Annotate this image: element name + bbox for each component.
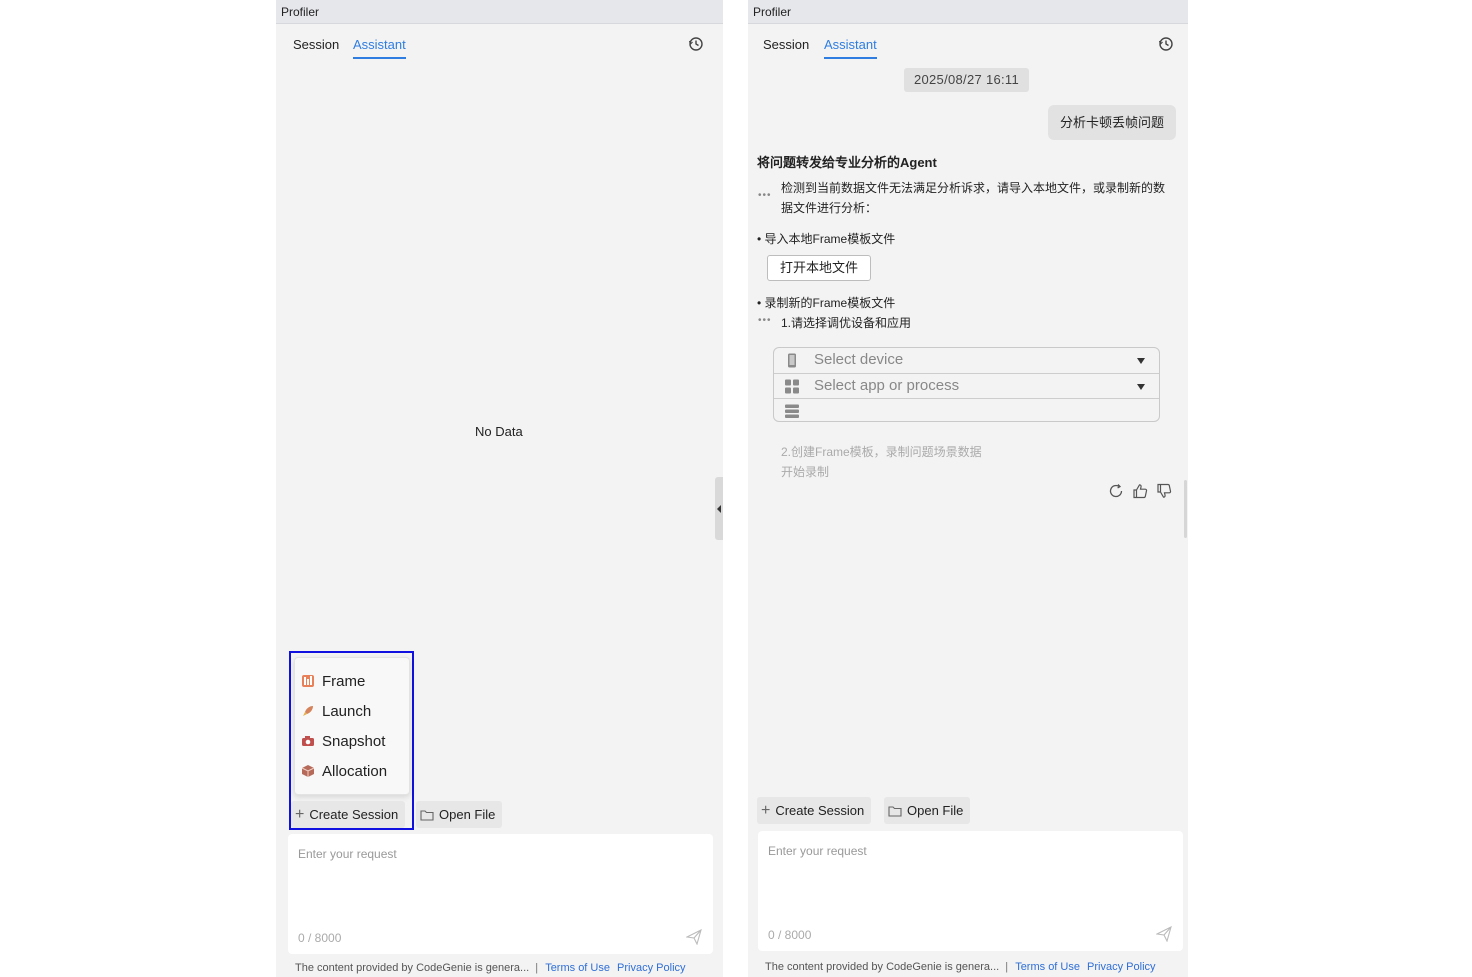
ellipsis-icon: •••: [758, 190, 772, 201]
select-device-dropdown[interactable]: Select device: [774, 348, 1159, 373]
start-recording-link[interactable]: 开始录制: [781, 462, 982, 482]
thumbs-down-icon[interactable]: [1156, 483, 1172, 499]
tab-session[interactable]: Session: [763, 37, 809, 57]
terms-link[interactable]: Terms of Use: [545, 962, 610, 974]
history-icon[interactable]: [1158, 36, 1174, 52]
chevron-down-icon: [1137, 358, 1145, 364]
open-file-label: Open File: [907, 803, 964, 818]
tab-bar: Session Assistant: [748, 24, 1188, 62]
step-2-text: 2.创建Frame模板，录制问题场景数据 开始录制: [781, 442, 982, 482]
device-app-selector: Select device Select app or process: [773, 347, 1160, 422]
menu-item-allocation[interactable]: Allocation: [301, 760, 387, 782]
collapse-handle[interactable]: [715, 477, 723, 540]
profiler-panel-right: Profiler Session Assistant 2025/08/27 16…: [748, 0, 1188, 977]
footer-disclaimer: The content provided by CodeGenie is gen…: [295, 962, 530, 974]
plus-icon: +: [295, 805, 305, 823]
create-session-menu: Frame Launch Snapshot Allocation: [294, 657, 410, 795]
char-counter: 0 / 8000: [768, 928, 812, 942]
scrollbar[interactable]: [1184, 480, 1187, 538]
select-app-placeholder: Select app or process: [814, 377, 960, 394]
input-placeholder: Enter your request: [768, 844, 867, 858]
phone-icon: [788, 353, 796, 368]
menu-item-label: Allocation: [322, 762, 388, 780]
menu-item-label: Snapshot: [322, 732, 386, 750]
step-1-text: 1.请选择调优设备和应用: [781, 316, 912, 330]
open-file-label: Open File: [439, 807, 496, 822]
thumbs-up-icon[interactable]: [1132, 483, 1148, 499]
menu-item-snapshot[interactable]: Snapshot: [301, 730, 385, 752]
create-session-button[interactable]: + Create Session: [757, 797, 872, 824]
open-file-button[interactable]: Open File: [416, 801, 503, 828]
terms-link[interactable]: Terms of Use: [1015, 961, 1080, 973]
import-option-text: • 导入本地Frame模板文件: [757, 232, 896, 246]
select-device-placeholder: Select device: [814, 351, 904, 368]
refresh-icon[interactable]: [1108, 483, 1124, 499]
template-input[interactable]: [814, 401, 1154, 421]
privacy-link[interactable]: Privacy Policy: [617, 962, 685, 974]
menu-item-label: Launch: [322, 702, 372, 720]
create-session-button[interactable]: + Create Session: [291, 801, 406, 828]
plus-icon: +: [761, 801, 771, 819]
message-timestamp: 2025/08/27 16:11: [904, 68, 1029, 92]
box-icon: [301, 765, 315, 777]
request-input[interactable]: Enter your request 0 / 8000: [288, 834, 713, 954]
char-counter: 0 / 8000: [298, 931, 342, 945]
footer: The content provided by CodeGenie is gen…: [295, 962, 686, 974]
step-2-description: 2.创建Frame模板，录制问题场景数据: [781, 445, 982, 459]
open-local-file-button[interactable]: 打开本地文件: [767, 255, 871, 281]
footer-disclaimer: The content provided by CodeGenie is gen…: [765, 961, 1000, 973]
send-icon[interactable]: [1156, 926, 1172, 942]
privacy-link[interactable]: Privacy Policy: [1087, 961, 1155, 973]
ellipsis-icon: •••: [758, 315, 772, 326]
record-option-text: • 录制新的Frame模板文件: [757, 296, 896, 310]
history-icon[interactable]: [688, 36, 704, 52]
empty-state-text: No Data: [475, 424, 523, 439]
tab-bar: Session Assistant: [276, 24, 723, 62]
profiler-panel-left: Profiler Session Assistant No Data Frame…: [276, 0, 723, 977]
tab-assistant[interactable]: Assistant: [824, 37, 877, 59]
send-icon[interactable]: [686, 929, 702, 945]
folder-icon: [420, 809, 434, 821]
window-title: Profiler: [748, 0, 1188, 24]
folder-icon: [888, 805, 902, 817]
footer-separator: |: [535, 962, 539, 974]
chevron-down-icon: [1137, 384, 1145, 390]
chevron-left-icon: [717, 505, 721, 513]
input-placeholder: Enter your request: [298, 847, 397, 861]
tab-assistant[interactable]: Assistant: [353, 37, 406, 59]
camera-icon: [302, 736, 314, 746]
menu-item-launch[interactable]: Launch: [301, 700, 371, 722]
select-app-dropdown[interactable]: Select app or process: [774, 373, 1159, 398]
agent-title: 将问题转发给专业分析的Agent: [757, 155, 937, 170]
frame-icon: [302, 675, 314, 687]
agent-message: 检测到当前数据文件无法满足分析诉求，请导入本地文件，或录制新的数据文件进行分析：: [781, 181, 1166, 215]
create-session-label: Create Session: [775, 803, 865, 818]
apps-icon: [785, 379, 799, 394]
request-input[interactable]: Enter your request 0 / 8000: [758, 831, 1183, 951]
user-message-bubble: 分析卡顿丢帧问题: [1047, 105, 1176, 140]
rocket-icon: [303, 706, 313, 716]
window-title: Profiler: [276, 0, 723, 24]
create-session-label: Create Session: [309, 807, 399, 822]
tab-session[interactable]: Session: [293, 37, 339, 57]
template-list-icon: [785, 404, 799, 418]
menu-item-label: Frame: [322, 672, 366, 690]
footer: The content provided by CodeGenie is gen…: [765, 961, 1156, 973]
open-file-button[interactable]: Open File: [884, 797, 971, 824]
menu-item-frame[interactable]: Frame: [301, 670, 365, 692]
footer-separator: |: [1005, 961, 1009, 973]
template-field[interactable]: [774, 398, 1159, 423]
